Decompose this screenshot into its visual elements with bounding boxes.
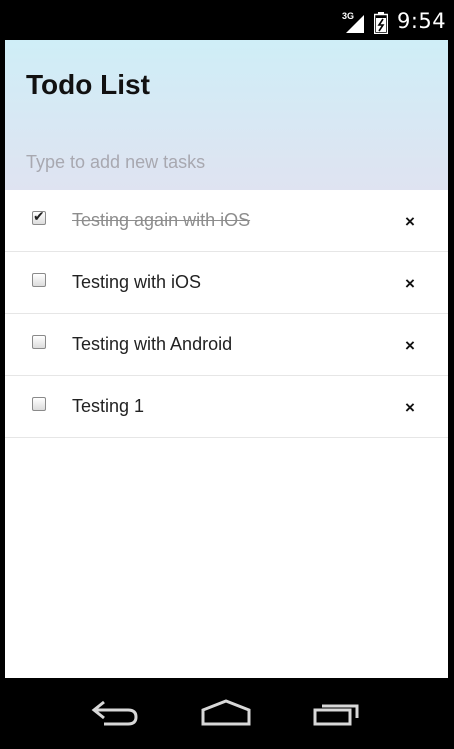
task-list: ✔ Testing again with iOS × Testing with … bbox=[5, 190, 448, 438]
task-checkbox[interactable] bbox=[32, 397, 46, 411]
delete-task-button[interactable]: × bbox=[405, 398, 415, 418]
todo-app: Todo List ✔ Testing again with iOS × Tes… bbox=[5, 40, 448, 678]
task-checkbox[interactable] bbox=[32, 335, 46, 349]
page-title: Todo List bbox=[26, 69, 150, 100]
task-item: Testing with iOS × bbox=[5, 252, 448, 314]
back-icon[interactable] bbox=[90, 698, 140, 728]
battery-icon bbox=[374, 12, 388, 34]
delete-task-button[interactable]: × bbox=[405, 274, 415, 294]
task-checkbox[interactable] bbox=[32, 273, 46, 287]
new-task-input[interactable] bbox=[26, 148, 426, 176]
app-header: Todo List bbox=[5, 40, 448, 190]
signal-icon bbox=[346, 15, 364, 33]
phone-screen: 3G 9:54 Todo List ✔ Testing again with i… bbox=[0, 0, 454, 749]
navigation-bar bbox=[0, 678, 454, 749]
task-text: Testing with iOS bbox=[72, 272, 202, 292]
clock: 9:54 bbox=[397, 9, 447, 33]
task-text: Testing again with iOS bbox=[72, 210, 251, 230]
recent-apps-icon[interactable] bbox=[312, 698, 364, 728]
home-icon[interactable] bbox=[200, 698, 252, 728]
task-text: Testing with Android bbox=[72, 334, 233, 354]
task-item: ✔ Testing again with iOS × bbox=[5, 190, 448, 252]
task-item: Testing 1 × bbox=[5, 376, 448, 438]
task-item: Testing with Android × bbox=[5, 314, 448, 376]
delete-task-button[interactable]: × bbox=[405, 212, 415, 232]
delete-task-button[interactable]: × bbox=[405, 336, 415, 356]
status-bar: 3G 9:54 bbox=[0, 0, 454, 40]
checkmark-icon: ✔ bbox=[33, 208, 45, 224]
task-checkbox[interactable]: ✔ bbox=[32, 208, 46, 225]
task-text: Testing 1 bbox=[72, 396, 145, 416]
